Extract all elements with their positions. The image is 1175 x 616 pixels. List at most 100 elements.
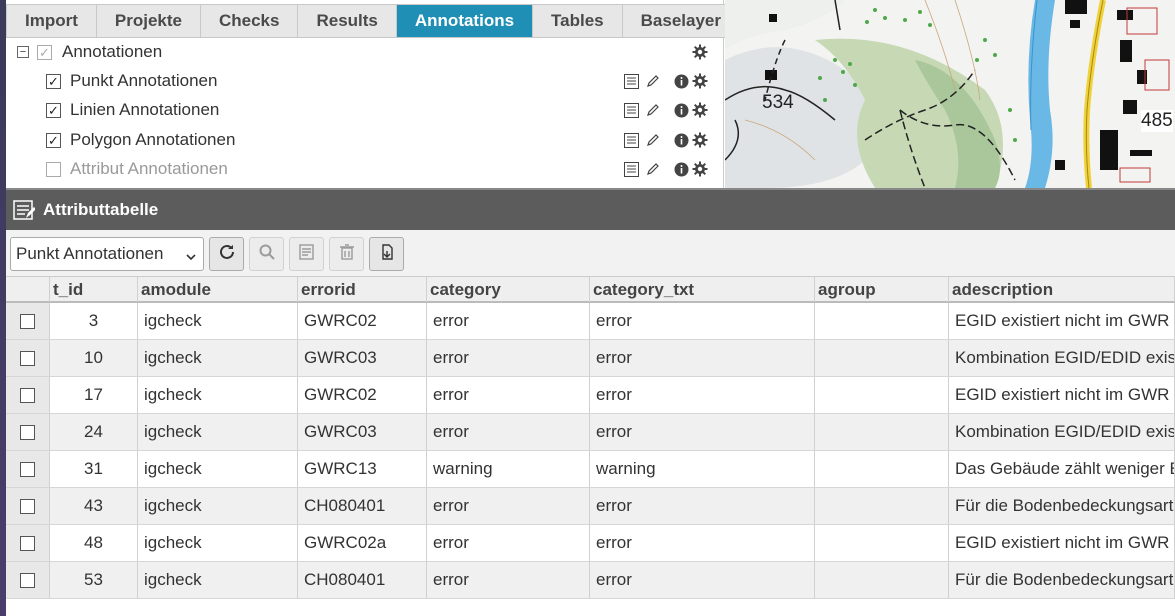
tree-item-punkt: ✓ Punkt Annotationen bbox=[6, 67, 724, 95]
info-icon[interactable] bbox=[673, 102, 689, 118]
tab-checks[interactable]: Checks bbox=[200, 5, 299, 37]
table-row[interactable]: 31 igcheck GWRC13 warning warning Das Gebäude… bbox=[6, 451, 1175, 488]
row-checkbox[interactable] bbox=[20, 498, 35, 514]
main-tabbar: Import Projekte Checks Results Annotatio… bbox=[6, 4, 740, 38]
cell-t-id: 10 bbox=[50, 340, 138, 376]
cell-t-id: 24 bbox=[50, 414, 138, 450]
tab-annotations[interactable]: Annotations bbox=[396, 5, 534, 37]
tree-item-label: Linien Annotationen bbox=[70, 100, 220, 119]
table-row[interactable]: 24 igcheck GWRC03 error error Kombination EGI… bbox=[6, 414, 1175, 451]
table-row[interactable]: 53 igcheck CH080401 error error Für die Boden… bbox=[6, 562, 1175, 599]
cell-category-txt: error bbox=[590, 303, 815, 339]
cell-amodule: igcheck bbox=[138, 377, 298, 413]
column-header-t-id[interactable]: t_id bbox=[50, 277, 138, 302]
attribute-table-icon[interactable] bbox=[623, 161, 639, 177]
cell-agroup bbox=[815, 562, 949, 598]
cell-agroup bbox=[815, 414, 949, 450]
settings-gear-icon[interactable] bbox=[692, 73, 708, 89]
attribute-table-icon[interactable] bbox=[623, 102, 639, 118]
cell-category: error bbox=[427, 488, 590, 524]
cell-errorid: GWRC02a bbox=[298, 525, 427, 561]
column-header-category[interactable]: category bbox=[427, 277, 590, 302]
edit-icon[interactable] bbox=[645, 161, 661, 177]
info-icon[interactable] bbox=[673, 132, 689, 148]
row-select-cell bbox=[6, 414, 50, 450]
root-checkbox[interactable]: ✓ bbox=[37, 44, 52, 60]
edit-icon[interactable] bbox=[645, 73, 661, 89]
row-checkbox[interactable] bbox=[20, 461, 35, 477]
settings-gear-icon[interactable] bbox=[692, 161, 708, 177]
punkt-checkbox[interactable]: ✓ bbox=[46, 73, 61, 89]
row-actions bbox=[623, 102, 689, 118]
row-actions bbox=[623, 161, 689, 177]
row-checkbox[interactable] bbox=[20, 313, 35, 329]
settings-gear-icon[interactable] bbox=[692, 44, 708, 60]
table-row[interactable]: 3 igcheck GWRC02 error error EGID existiert n… bbox=[6, 303, 1175, 340]
tab-projekte[interactable]: Projekte bbox=[96, 5, 201, 37]
cell-errorid: GWRC02 bbox=[298, 303, 427, 339]
cell-agroup bbox=[815, 303, 949, 339]
cell-agroup bbox=[815, 451, 949, 487]
edit-form-button[interactable] bbox=[289, 237, 324, 271]
table-row[interactable]: 10 igcheck GWRC03 error error Kombination EGI… bbox=[6, 340, 1175, 377]
info-icon[interactable] bbox=[673, 161, 689, 177]
tree-item-polygon: ✓ Polygon Annotationen bbox=[6, 126, 724, 154]
tree-item-label: Attribut Annotationen bbox=[70, 159, 228, 178]
edit-icon[interactable] bbox=[645, 132, 661, 148]
tab-tables[interactable]: Tables bbox=[533, 5, 623, 37]
cell-category-txt: error bbox=[590, 377, 815, 413]
row-checkbox[interactable] bbox=[20, 387, 35, 403]
attribute-table-icon[interactable] bbox=[623, 73, 639, 89]
cell-agroup bbox=[815, 340, 949, 376]
cell-category: error bbox=[427, 414, 590, 450]
row-select-cell bbox=[6, 488, 50, 524]
settings-gear-icon[interactable] bbox=[692, 102, 708, 118]
row-checkbox[interactable] bbox=[20, 572, 35, 588]
polygon-checkbox[interactable]: ✓ bbox=[46, 132, 61, 148]
edit-icon[interactable] bbox=[645, 102, 661, 118]
refresh-button[interactable] bbox=[209, 237, 244, 271]
tab-results[interactable]: Results bbox=[298, 5, 397, 37]
collapse-icon[interactable]: − bbox=[17, 46, 29, 58]
row-checkbox[interactable] bbox=[20, 535, 35, 551]
column-header-agroup[interactable]: agroup bbox=[815, 277, 949, 302]
map-view[interactable]: 534 485 bbox=[725, 0, 1175, 188]
table-row[interactable]: 48 igcheck GWRC02a error error EGID existiert… bbox=[6, 525, 1175, 562]
column-header-amodule[interactable]: amodule bbox=[138, 277, 298, 302]
tab-import[interactable]: Import bbox=[7, 5, 97, 37]
settings-gear-icon[interactable] bbox=[692, 132, 708, 148]
cell-t-id: 53 bbox=[50, 562, 138, 598]
layer-select[interactable]: Punkt Annotationen bbox=[10, 237, 204, 271]
cell-errorid: GWRC03 bbox=[298, 340, 427, 376]
attribute-table-icon[interactable] bbox=[623, 132, 639, 148]
cell-t-id: 48 bbox=[50, 525, 138, 561]
column-header-adescription[interactable]: adescription bbox=[949, 277, 1175, 302]
cell-agroup bbox=[815, 377, 949, 413]
column-header-errorid[interactable]: errorid bbox=[298, 277, 427, 302]
export-button[interactable] bbox=[369, 237, 404, 271]
cell-t-id: 31 bbox=[50, 451, 138, 487]
delete-button[interactable] bbox=[329, 237, 364, 271]
row-checkbox[interactable] bbox=[20, 350, 35, 366]
tab-baselayer[interactable]: Baselayer bbox=[622, 5, 739, 37]
attribut-checkbox[interactable] bbox=[46, 161, 61, 177]
search-icon bbox=[258, 243, 276, 266]
cell-adescription: Für die Bodenbedeckungsart bbox=[949, 562, 1175, 598]
column-header-category-txt[interactable]: category_txt bbox=[590, 277, 815, 302]
cell-category-txt: error bbox=[590, 562, 815, 598]
cell-adescription: Das Gebäude zählt weniger E bbox=[949, 451, 1175, 487]
info-icon[interactable] bbox=[673, 73, 689, 89]
cell-adescription: Kombination EGID/EDID exis bbox=[949, 414, 1175, 450]
table-row[interactable]: 43 igcheck CH080401 error error Für die Boden… bbox=[6, 488, 1175, 525]
table-row[interactable]: 17 igcheck GWRC02 error error EGID existiert … bbox=[6, 377, 1175, 414]
cell-t-id: 43 bbox=[50, 488, 138, 524]
edit-form-icon bbox=[298, 243, 316, 266]
cell-adescription: EGID existiert nicht im GWR bbox=[949, 377, 1175, 413]
cell-adescription: EGID existiert nicht im GWR bbox=[949, 303, 1175, 339]
cell-amodule: igcheck bbox=[138, 414, 298, 450]
linien-checkbox[interactable]: ✓ bbox=[46, 102, 61, 118]
map-elevation-label: 485 bbox=[1141, 110, 1173, 132]
search-button[interactable] bbox=[249, 237, 284, 271]
row-checkbox[interactable] bbox=[20, 424, 35, 440]
select-column-header[interactable] bbox=[6, 277, 50, 302]
